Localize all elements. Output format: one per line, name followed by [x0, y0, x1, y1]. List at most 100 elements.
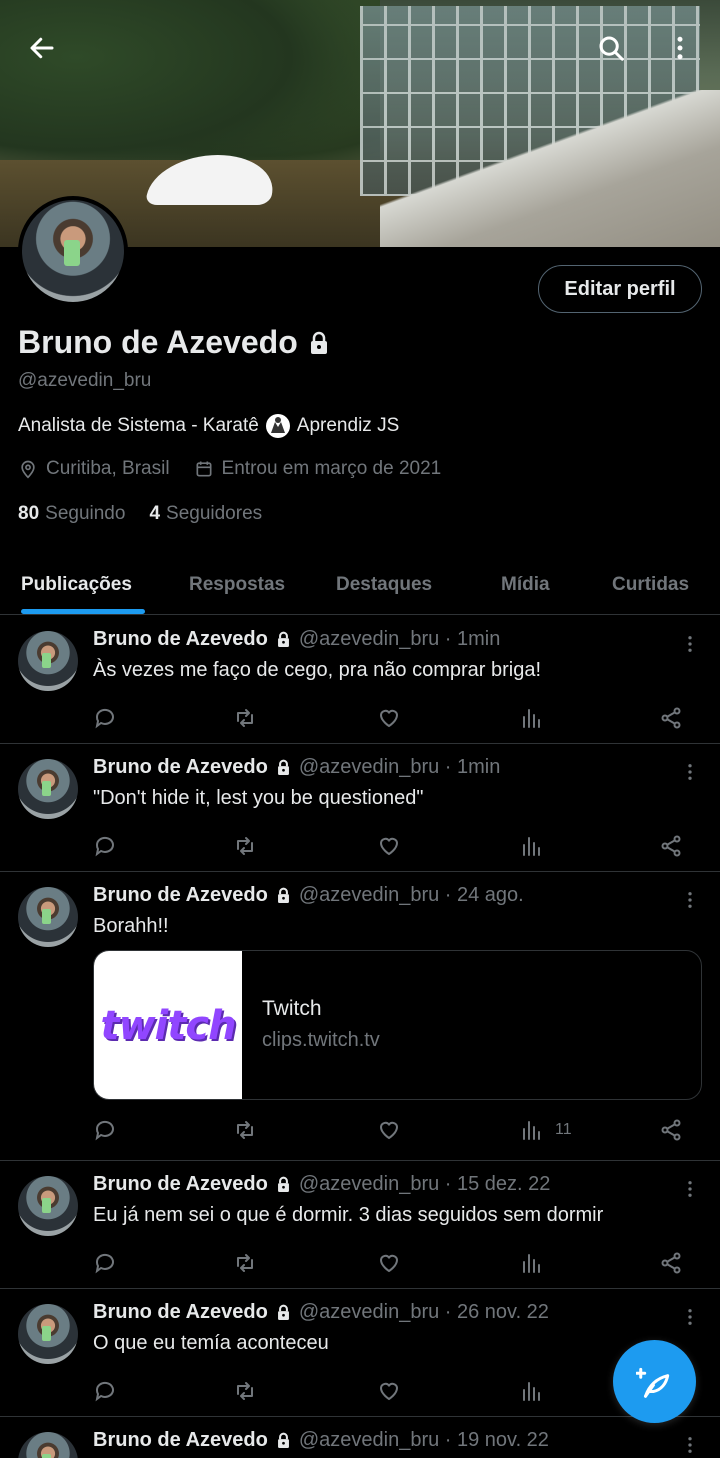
- search-button[interactable]: [585, 22, 637, 74]
- profile-avatar[interactable]: [18, 196, 128, 306]
- tweet-author-name[interactable]: Bruno de Azevedo: [93, 1429, 268, 1452]
- tweet[interactable]: Bruno de Azevedo @azevedin_bru · 15 dez. …: [0, 1161, 720, 1289]
- tweet-header: Bruno de Azevedo @azevedin_bru · 1min: [93, 756, 500, 779]
- following-count: 80: [18, 503, 40, 524]
- share-icon: [661, 835, 681, 857]
- share-button[interactable]: [659, 1245, 683, 1281]
- tweet[interactable]: Bruno de Azevedo @azevedin_bru · 19 nov. …: [0, 1417, 720, 1458]
- karate-emoji-icon: [265, 414, 290, 438]
- tweet-author-name[interactable]: Bruno de Azevedo: [93, 884, 268, 907]
- lock-icon: [276, 887, 291, 904]
- repost-button[interactable]: [233, 1245, 257, 1281]
- avatar-phone: [42, 781, 51, 796]
- tab-respostas[interactable]: Respostas: [189, 555, 285, 615]
- tab-publicacoes[interactable]: Publicações: [21, 555, 132, 615]
- like-button[interactable]: [377, 700, 401, 736]
- tweet[interactable]: Bruno de Azevedo @azevedin_bru · 1min "Don…: [0, 744, 720, 872]
- repost-button[interactable]: [233, 1112, 257, 1148]
- repost-icon: [237, 837, 253, 855]
- tab-midia[interactable]: Mídia: [501, 555, 550, 615]
- reply-button[interactable]: [93, 1245, 117, 1281]
- analytics-icon: [523, 1121, 540, 1140]
- views-button[interactable]: [519, 1245, 555, 1281]
- like-button[interactable]: [377, 828, 401, 864]
- tweet[interactable]: Bruno de Azevedo @azevedin_bru · 1min Às v…: [0, 616, 720, 744]
- repost-button[interactable]: [233, 1373, 257, 1409]
- tweet-handle-time: @azevedin_bru · 26 nov. 22: [298, 1301, 549, 1323]
- edit-profile-button[interactable]: Editar perfil: [538, 265, 702, 313]
- banner-walkway: [380, 90, 720, 247]
- reply-button[interactable]: [93, 700, 117, 736]
- reply-button[interactable]: [93, 828, 117, 864]
- tweet-text: "Don't hide it, lest you be questioned": [93, 787, 424, 809]
- tab-destaques[interactable]: Destaques: [336, 555, 432, 615]
- tweet-avatar[interactable]: [18, 1176, 78, 1236]
- tweet[interactable]: Bruno de Azevedo @azevedin_bru · 24 ago. B…: [0, 872, 720, 1161]
- more-vertical-icon: [677, 36, 683, 60]
- like-button[interactable]: [377, 1112, 401, 1148]
- more-options-button[interactable]: [654, 22, 706, 74]
- joined-item: Entrou em março de 2021: [194, 458, 441, 480]
- reply-button[interactable]: [93, 1112, 117, 1148]
- back-button[interactable]: [16, 22, 68, 74]
- tweet-author-name[interactable]: Bruno de Azevedo: [93, 756, 268, 779]
- tweet-more-button[interactable]: [676, 630, 704, 658]
- lock-icon: [276, 1176, 291, 1193]
- like-button[interactable]: [377, 1373, 401, 1409]
- tweet-author-name[interactable]: Bruno de Azevedo: [93, 1173, 268, 1196]
- profile-display-name: Bruno de Azevedo: [18, 324, 298, 360]
- views-button[interactable]: [519, 828, 555, 864]
- heart-icon: [379, 1254, 399, 1273]
- heart-icon: [379, 1121, 399, 1140]
- reply-button[interactable]: [93, 1373, 117, 1409]
- tweet-avatar[interactable]: [18, 631, 78, 691]
- followers-link[interactable]: 4 Seguidores: [149, 503, 262, 525]
- tweet-avatar[interactable]: [18, 887, 78, 947]
- following-link[interactable]: 80 Seguindo: [18, 503, 125, 525]
- link-card[interactable]: twitch Twitch clips.twitch.tv: [93, 950, 702, 1100]
- reply-icon: [95, 1120, 114, 1141]
- reply-icon: [95, 708, 114, 729]
- tweet-header: Bruno de Azevedo @azevedin_bru · 26 nov. …: [93, 1301, 549, 1324]
- more-vertical-icon: [688, 1181, 692, 1197]
- tweet-more-button[interactable]: [676, 758, 704, 786]
- tweet-more-button[interactable]: [676, 1303, 704, 1331]
- profile-tabs: Publicações Respostas Destaques Mídia Cu…: [0, 555, 720, 615]
- reply-icon: [95, 836, 114, 857]
- repost-icon: [237, 1121, 253, 1139]
- tweet-avatar[interactable]: [18, 759, 78, 819]
- lock-icon: [276, 1432, 291, 1449]
- like-button[interactable]: [377, 1245, 401, 1281]
- avatar-phone: [42, 909, 51, 924]
- share-button[interactable]: [659, 1112, 683, 1148]
- share-button[interactable]: [659, 700, 683, 736]
- share-icon: [661, 707, 681, 729]
- tab-curtidas[interactable]: Curtidas: [612, 555, 689, 615]
- tweet-avatar[interactable]: [18, 1432, 78, 1458]
- tweet-avatar[interactable]: [18, 1304, 78, 1364]
- tweet-author-name[interactable]: Bruno de Azevedo: [93, 1301, 268, 1324]
- followers-label: Seguidores: [166, 503, 263, 524]
- tweet-more-button[interactable]: [676, 886, 704, 914]
- tweet-actions: [93, 1245, 703, 1281]
- lock-icon: [276, 631, 291, 648]
- avatar-phone: [64, 240, 80, 266]
- tweet-more-button[interactable]: [676, 1431, 704, 1458]
- tweet-author-name[interactable]: Bruno de Azevedo: [93, 628, 268, 651]
- tweet-more-button[interactable]: [676, 1175, 704, 1203]
- analytics-icon: [523, 1382, 540, 1401]
- more-vertical-icon: [688, 636, 692, 652]
- more-vertical-icon: [688, 764, 692, 780]
- location-pin-icon: [21, 460, 35, 479]
- tweet-handle-time: @azevedin_bru · 1min: [298, 756, 501, 778]
- share-button[interactable]: [659, 828, 683, 864]
- compose-post-button[interactable]: [613, 1340, 696, 1423]
- views-button[interactable]: [519, 1373, 555, 1409]
- views-button[interactable]: [519, 700, 555, 736]
- compose-feather-icon: [635, 1367, 669, 1398]
- profile-meta: Curitiba, Brasil Entrou em março de 2021: [18, 458, 441, 480]
- repost-button[interactable]: [233, 700, 257, 736]
- tweet[interactable]: Bruno de Azevedo @azevedin_bru · 26 nov. …: [0, 1289, 720, 1417]
- repost-button[interactable]: [233, 828, 257, 864]
- views-button[interactable]: 11: [519, 1112, 572, 1148]
